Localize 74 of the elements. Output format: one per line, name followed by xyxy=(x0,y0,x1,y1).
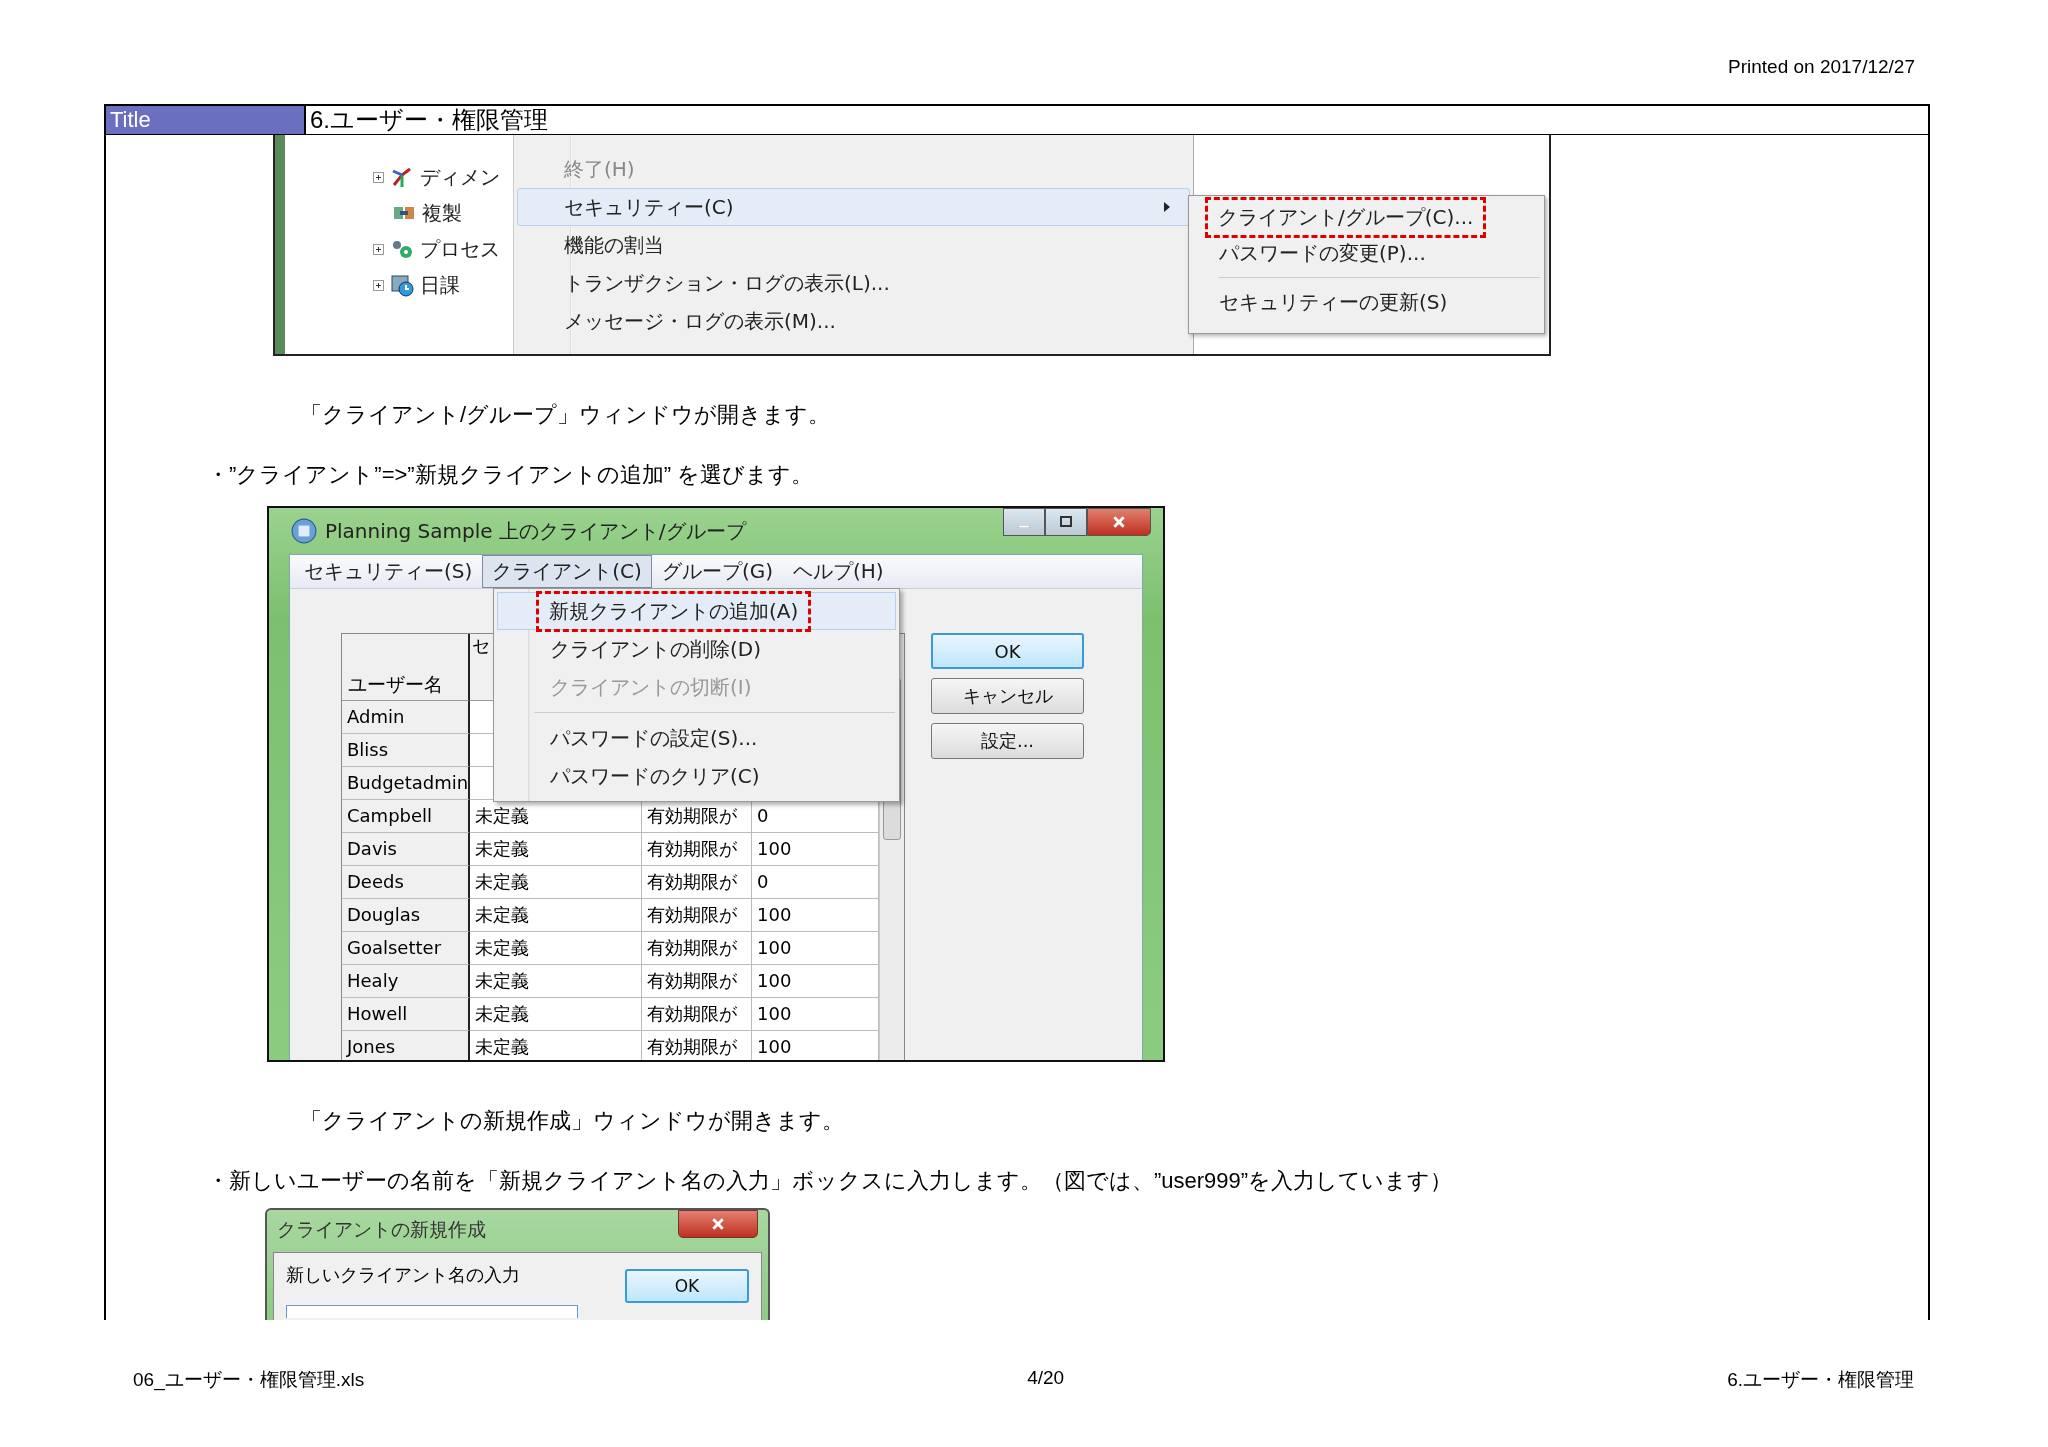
footer-filename: 06_ユーザー・権限管理.xls xyxy=(133,1368,365,1393)
menu-item[interactable]: セキュリティー(C) xyxy=(517,188,1190,226)
maximize-icon xyxy=(1060,516,1072,528)
app-icon xyxy=(291,518,317,544)
calendar-clock-icon xyxy=(390,273,414,297)
row-header: Deeds xyxy=(342,866,470,899)
dialog-button[interactable]: OK xyxy=(931,633,1084,669)
page-number: 4/20 xyxy=(1027,1367,1065,1390)
row-header: Douglas xyxy=(342,899,470,932)
expand-icon[interactable] xyxy=(373,171,384,183)
input-field[interactable] xyxy=(286,1305,578,1318)
menu-item[interactable]: パスワードのクリア(C) xyxy=(497,757,896,795)
description-text: 「クライアント/グループ」ウィンドウが開きます。 xyxy=(300,401,832,429)
menu-item[interactable]: セキュリティーの更新(S) xyxy=(1189,284,1544,320)
close-icon xyxy=(1112,515,1126,529)
close-button[interactable] xyxy=(678,1210,758,1238)
row-header: Goalsetter xyxy=(342,932,470,965)
maximize-button[interactable] xyxy=(1045,508,1087,536)
instruction-text: ・新しいユーザーの名前を「新規クライアント名の入力」ボックスに入力します。（図では、”user999”を入力しています） xyxy=(207,1167,1454,1195)
menu-bar-item[interactable]: グループ(G) xyxy=(651,555,783,588)
table-cell: 有効期限が xyxy=(642,998,752,1031)
window-title: クライアントの新規作成 xyxy=(277,1217,486,1242)
tree-item[interactable]: プロセス xyxy=(420,235,500,263)
title-label: Title xyxy=(106,106,306,134)
title-value: 6.ユーザー・権限管理 xyxy=(309,106,549,134)
column-header: ユーザー名 xyxy=(342,634,470,701)
row-header: Healy xyxy=(342,965,470,998)
ok-button[interactable]: OK xyxy=(625,1269,749,1303)
table-cell: 有効期限が xyxy=(642,833,752,866)
minimize-button[interactable] xyxy=(1003,508,1045,536)
table-cell: 未定義 xyxy=(470,998,642,1031)
row-header: Admin xyxy=(342,701,470,734)
row-header: Campbell xyxy=(342,800,470,833)
close-button[interactable] xyxy=(1087,508,1151,536)
menu-item[interactable]: パスワードの設定(S)... xyxy=(497,719,896,757)
menu-item[interactable]: メッセージ・ログの表示(M)... xyxy=(517,302,1190,340)
menu-bar-item[interactable]: クライアント(C) xyxy=(482,555,652,588)
tree-item[interactable]: ディメン xyxy=(420,163,500,191)
close-icon xyxy=(711,1217,725,1231)
menu-bar-item[interactable]: セキュリティー(S) xyxy=(294,555,483,588)
table-cell: 有効期限が xyxy=(642,1031,752,1060)
tree-item[interactable]: 複製 xyxy=(422,199,462,227)
row-header: Bliss xyxy=(342,734,470,767)
menu-item[interactable]: 新規クライアントの追加(A) xyxy=(497,592,896,630)
instruction-text: ・”クライアント”=>”新規クライアントの追加” を選びます。 xyxy=(207,461,815,489)
expand-icon[interactable] xyxy=(373,279,384,291)
menu-item[interactable]: 機能の割当 xyxy=(517,226,1190,264)
row-header: Davis xyxy=(342,833,470,866)
menu-item[interactable]: パスワードの変更(P)... xyxy=(1189,235,1544,271)
row-header: Jones xyxy=(342,1031,470,1060)
table-cell: 未定義 xyxy=(470,833,642,866)
dialog-button[interactable]: 設定... xyxy=(931,723,1084,759)
dialog-button[interactable]: キャンセル xyxy=(931,678,1084,714)
table-cell: 未定義 xyxy=(470,866,642,899)
window-title: Planning Sample 上のクライアント/グループ xyxy=(325,517,746,545)
table-cell: 未定義 xyxy=(470,899,642,932)
description-text: 「クライアントの新規作成」ウィンドウが開きます。 xyxy=(300,1107,845,1135)
table-cell: 有効期限が xyxy=(642,965,752,998)
minimize-icon xyxy=(1018,524,1030,528)
table-cell: 有効期限が xyxy=(642,899,752,932)
menu-bar-item[interactable]: ヘルプ(H) xyxy=(783,555,894,588)
expand-icon[interactable] xyxy=(373,243,384,255)
field-label: 新しいクライアント名の入力 xyxy=(286,1263,521,1287)
table-cell: 未定義 xyxy=(470,932,642,965)
table-cell: 有効期限が xyxy=(642,932,752,965)
tree-item[interactable]: 日課 xyxy=(420,271,460,299)
menu-item[interactable]: トランザクション・ログの表示(L)... xyxy=(517,264,1190,302)
print-date: Printed on 2017/12/27 xyxy=(1728,56,1915,77)
table-cell: 有効期限が xyxy=(642,866,752,899)
table-cell: 未定義 xyxy=(470,965,642,998)
row-header: Budgetadmin xyxy=(342,767,470,800)
footer-sheet-name: 6.ユーザー・権限管理 xyxy=(1727,1368,1914,1392)
table-cell: 未定義 xyxy=(470,1031,642,1060)
row-header: Howell xyxy=(342,998,470,1031)
